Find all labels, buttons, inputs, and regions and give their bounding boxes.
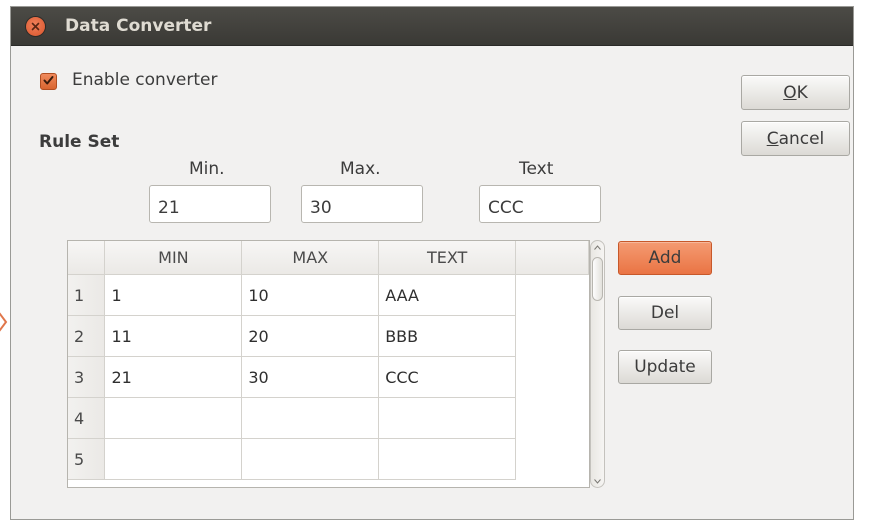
rule-set-heading: Rule Set xyxy=(39,132,120,152)
text-input[interactable] xyxy=(479,185,601,223)
ok-button[interactable]: OK xyxy=(741,75,850,110)
column-header-max[interactable]: MAX xyxy=(241,241,380,275)
ok-mnemonic: O xyxy=(783,82,797,103)
row-number[interactable]: 4 xyxy=(68,397,106,439)
empty-cell xyxy=(516,275,589,316)
empty-cell xyxy=(516,357,589,398)
corner-header xyxy=(68,241,106,275)
max-label: Max. xyxy=(340,159,381,179)
cell-text[interactable]: AAA xyxy=(378,274,517,316)
rules-table: MIN MAX TEXT 1 1 10 AAA 2 11 20 BBB 3 21… xyxy=(67,240,590,488)
checkmark-icon xyxy=(43,76,54,85)
table-scrollbar[interactable] xyxy=(590,240,605,488)
cell-text[interactable]: BBB xyxy=(378,315,517,357)
cell-min[interactable]: 11 xyxy=(104,315,243,357)
del-button[interactable]: Del xyxy=(618,296,712,330)
add-button[interactable]: Add xyxy=(618,241,712,275)
cell-max[interactable] xyxy=(241,438,380,480)
table-row[interactable]: 2 11 20 BBB xyxy=(68,315,589,357)
scroll-up-icon[interactable] xyxy=(594,245,601,250)
table-header-row: MIN MAX TEXT xyxy=(68,241,589,275)
empty-cell xyxy=(516,398,589,439)
scrollbar-thumb[interactable] xyxy=(592,257,603,301)
cell-min[interactable] xyxy=(104,397,243,439)
scroll-down-icon[interactable] xyxy=(594,479,601,484)
cancel-button[interactable]: Cancel xyxy=(741,121,850,156)
window-title: Data Converter xyxy=(65,16,212,36)
max-input[interactable] xyxy=(301,185,423,223)
cell-text[interactable]: CCC xyxy=(378,356,517,398)
cancel-rest: ancel xyxy=(778,128,825,149)
cell-min[interactable]: 21 xyxy=(104,356,243,398)
cell-min[interactable]: 1 xyxy=(104,274,243,316)
cell-max[interactable]: 10 xyxy=(241,274,380,316)
enable-converter-checkbox[interactable] xyxy=(40,73,57,90)
close-icon xyxy=(31,22,40,31)
cell-min[interactable] xyxy=(104,438,243,480)
row-number[interactable]: 3 xyxy=(68,356,106,398)
table-row[interactable]: 1 1 10 AAA xyxy=(68,274,589,316)
column-header-text[interactable]: TEXT xyxy=(378,241,517,275)
update-button[interactable]: Update xyxy=(618,350,712,384)
empty-cell xyxy=(516,316,589,357)
close-button[interactable] xyxy=(26,17,45,36)
dialog-window: Data Converter Enable converter OK Cance… xyxy=(10,6,854,520)
table-row[interactable]: 5 xyxy=(68,438,589,480)
min-input[interactable] xyxy=(149,185,271,223)
cell-text[interactable] xyxy=(378,397,517,439)
row-number[interactable]: 5 xyxy=(68,438,106,480)
title-bar: Data Converter xyxy=(11,7,853,46)
cell-max[interactable]: 20 xyxy=(241,315,380,357)
table-row[interactable]: 4 xyxy=(68,397,589,439)
table-row[interactable]: 3 21 30 CCC xyxy=(68,356,589,398)
cancel-mnemonic: C xyxy=(766,128,779,149)
column-header-empty xyxy=(515,241,589,275)
enable-converter-label[interactable]: Enable converter xyxy=(72,70,217,90)
cell-max[interactable]: 30 xyxy=(241,356,380,398)
text-label: Text xyxy=(519,159,554,179)
column-header-min[interactable]: MIN xyxy=(104,241,243,275)
cell-max[interactable] xyxy=(241,397,380,439)
ok-rest: K xyxy=(796,82,808,103)
row-number[interactable]: 1 xyxy=(68,274,106,316)
empty-cell xyxy=(516,439,589,480)
cell-text[interactable] xyxy=(378,438,517,480)
min-label: Min. xyxy=(189,159,225,179)
row-number[interactable]: 2 xyxy=(68,315,106,357)
